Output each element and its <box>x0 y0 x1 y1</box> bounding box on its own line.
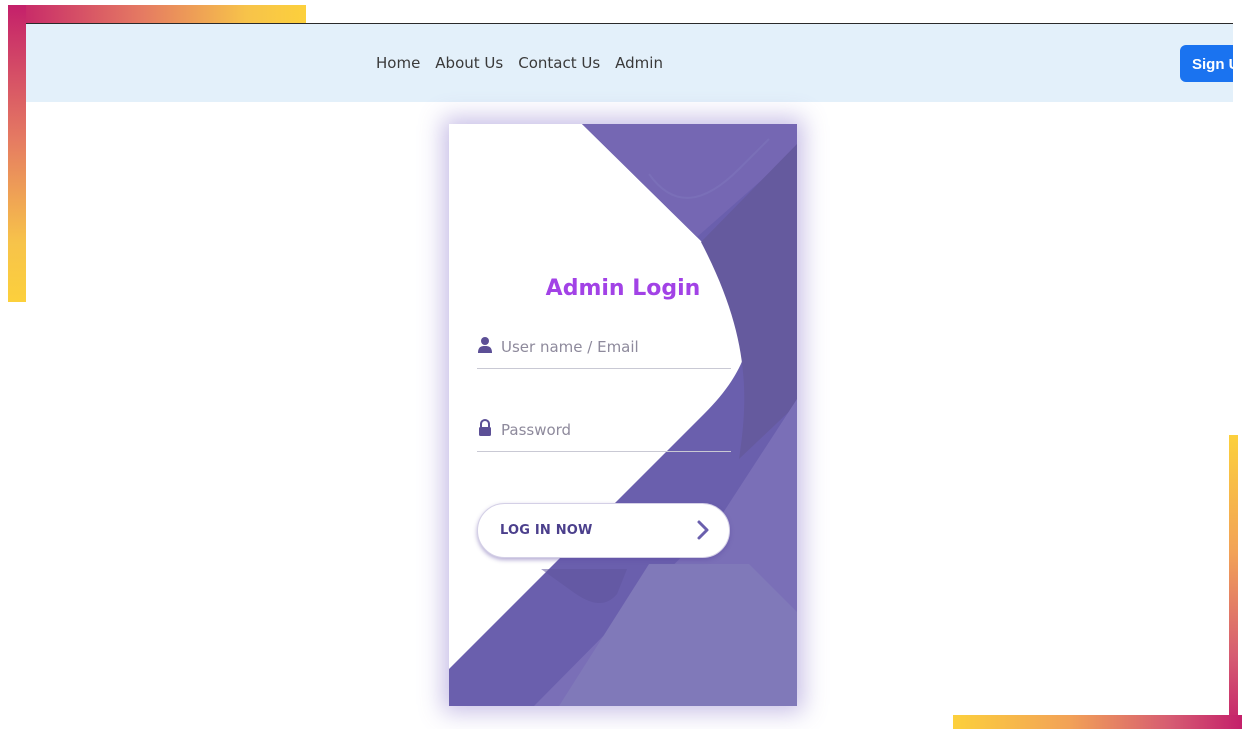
user-icon <box>478 337 492 353</box>
nav-link-home[interactable]: Home <box>376 54 420 72</box>
decorative-frame-left <box>8 5 26 302</box>
admin-login-title: Admin Login <box>545 276 701 301</box>
nav-link-admin[interactable]: Admin <box>615 54 663 72</box>
sign-up-button[interactable]: Sign Up <box>1180 45 1233 82</box>
password-input[interactable] <box>501 415 727 445</box>
username-input[interactable] <box>501 332 727 362</box>
decorative-frame-bottom <box>953 715 1242 729</box>
log-in-now-button[interactable]: LOG IN NOW <box>477 503 730 558</box>
nav-links: Home About Us Contact Us Admin <box>376 24 663 102</box>
username-field <box>477 332 731 369</box>
log-in-now-label: LOG IN NOW <box>500 523 593 538</box>
login-card: Admin Login LOG IN NOW <box>449 124 797 706</box>
nav-link-about-us[interactable]: About Us <box>435 54 503 72</box>
decorative-frame-right <box>1229 435 1238 729</box>
lock-icon <box>479 419 491 436</box>
nav-link-contact-us[interactable]: Contact Us <box>518 54 600 72</box>
decorative-frame-top <box>8 5 306 23</box>
navbar: Home About Us Contact Us Admin Sign Up <box>26 23 1233 102</box>
chevron-right-icon <box>697 520 709 540</box>
password-field <box>477 415 731 452</box>
